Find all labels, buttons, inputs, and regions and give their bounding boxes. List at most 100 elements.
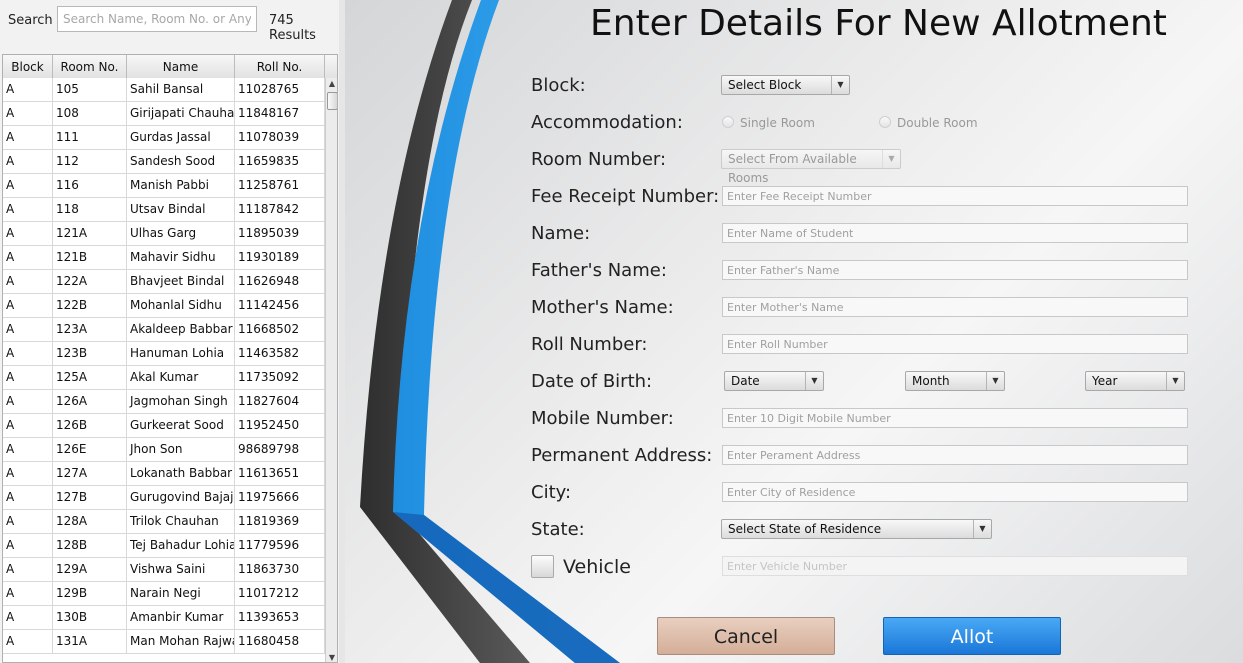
roll-number-input[interactable]: Enter Roll Number xyxy=(722,334,1188,354)
cell-roll-no: 98689798 xyxy=(235,438,325,461)
cell-roll-no: 11975666 xyxy=(235,486,325,509)
column-header-roll-no[interactable]: Roll No. xyxy=(235,55,325,78)
address-input[interactable]: Enter Perament Address xyxy=(722,445,1188,465)
cell-roll-no: 11028765 xyxy=(235,78,325,101)
table-row[interactable]: A 127B Gurugovind Bajaj 11975666 xyxy=(3,486,325,510)
table-row[interactable]: A 122A Bhavjeet Bindal 11626948 xyxy=(3,270,325,294)
cell-block: A xyxy=(3,582,53,605)
block-select[interactable]: Select Block ▼ xyxy=(721,75,850,95)
cell-name: Sandesh Sood xyxy=(127,150,235,173)
mobile-input[interactable]: Enter 10 Digit Mobile Number xyxy=(722,408,1188,428)
column-header-room-no[interactable]: Room No. xyxy=(53,55,127,78)
cell-name: Jhon Son xyxy=(127,438,235,461)
dob-date-select[interactable]: Date ▼ xyxy=(724,371,824,391)
cell-roll-no: 11668502 xyxy=(235,318,325,341)
single-room-radio[interactable] xyxy=(722,116,734,128)
table-row[interactable]: A 105 Sahil Bansal 11028765 xyxy=(3,78,325,102)
table-row[interactable]: A 123A Akaldeep Babbar 11668502 xyxy=(3,318,325,342)
dob-month-value: Month xyxy=(912,374,950,388)
cell-name: Manish Pabbi xyxy=(127,174,235,197)
cell-block: A xyxy=(3,486,53,509)
dob-month-select[interactable]: Month ▼ xyxy=(905,371,1005,391)
city-input[interactable]: Enter City of Residence xyxy=(722,482,1188,502)
cell-roll-no: 11895039 xyxy=(235,222,325,245)
dob-year-value: Year xyxy=(1092,374,1118,388)
column-header-name[interactable]: Name xyxy=(127,55,235,78)
cell-room-no: 128B xyxy=(53,534,127,557)
cell-name: Tej Bahadur Lohia xyxy=(127,534,235,557)
state-select[interactable]: Select State of Residence ▼ xyxy=(721,519,992,539)
table-row[interactable]: A 125A Akal Kumar 11735092 xyxy=(3,366,325,390)
cell-room-no: 122A xyxy=(53,270,127,293)
table-row[interactable]: A 126A Jagmohan Singh 11827604 xyxy=(3,390,325,414)
table-header: Block Room No. Name Roll No. xyxy=(3,55,337,79)
table-scrollbar[interactable]: ▲ ▼ xyxy=(325,78,337,662)
double-room-radio[interactable] xyxy=(879,116,891,128)
cell-block: A xyxy=(3,558,53,581)
student-list-panel: Search 745 Results Block Room No. Name R… xyxy=(0,0,340,663)
cell-roll-no: 11017212 xyxy=(235,582,325,605)
father-name-input[interactable]: Enter Father's Name xyxy=(722,260,1188,280)
table-body: A 105 Sahil Bansal 11028765 A 108 Girijapati C… xyxy=(3,78,325,654)
dob-year-select[interactable]: Year ▼ xyxy=(1085,371,1185,391)
cell-block: A xyxy=(3,102,53,125)
cell-room-no: 123A xyxy=(53,318,127,341)
table-row[interactable]: A 116 Manish Pabbi 11258761 xyxy=(3,174,325,198)
table-row[interactable]: A 129B Narain Negi 11017212 xyxy=(3,582,325,606)
cell-roll-no: 11680458 xyxy=(235,630,325,653)
table-row[interactable]: A 126B Gurkeerat Sood 11952450 xyxy=(3,414,325,438)
table-row[interactable]: A 108 Girijapati Chauhan 11848167 xyxy=(3,102,325,126)
vehicle-label: Vehicle xyxy=(563,556,631,578)
cell-roll-no: 11078039 xyxy=(235,126,325,149)
table-row[interactable]: A 121A Ulhas Garg 11895039 xyxy=(3,222,325,246)
table-row[interactable]: A 131A Man Mohan Rajwal 11680458 xyxy=(3,630,325,654)
mother-name-label: Mother's Name: xyxy=(531,297,674,318)
cell-name: Sahil Bansal xyxy=(127,78,235,101)
cell-roll-no: 11819369 xyxy=(235,510,325,533)
scroll-up-icon[interactable]: ▲ xyxy=(326,78,337,90)
cell-name: Narain Negi xyxy=(127,582,235,605)
cell-name: Bhavjeet Bindal xyxy=(127,270,235,293)
table-row[interactable]: A 123B Hanuman Lohia 11463582 xyxy=(3,342,325,366)
cell-room-no: 128A xyxy=(53,510,127,533)
table-row[interactable]: A 126E Jhon Son 98689798 xyxy=(3,438,325,462)
cancel-button[interactable]: Cancel xyxy=(657,617,835,655)
cell-room-no: 125A xyxy=(53,366,127,389)
cell-roll-no: 11393653 xyxy=(235,606,325,629)
cell-roll-no: 11848167 xyxy=(235,102,325,125)
table-row[interactable]: A 128A Trilok Chauhan 11819369 xyxy=(3,510,325,534)
table-row[interactable]: A 111 Gurdas Jassal 11078039 xyxy=(3,126,325,150)
table-row[interactable]: A 128B Tej Bahadur Lohia 11779596 xyxy=(3,534,325,558)
scroll-down-icon[interactable]: ▼ xyxy=(326,652,337,662)
cell-roll-no: 11142456 xyxy=(235,294,325,317)
cell-room-no: 131A xyxy=(53,630,127,653)
vehicle-checkbox[interactable] xyxy=(531,555,554,578)
table-row[interactable]: A 122B Mohanlal Sidhu 11142456 xyxy=(3,294,325,318)
table-row[interactable]: A 121B Mahavir Sidhu 11930189 xyxy=(3,246,325,270)
name-input[interactable]: Enter Name of Student xyxy=(722,223,1188,243)
cell-block: A xyxy=(3,342,53,365)
scroll-thumb[interactable] xyxy=(327,92,337,110)
column-header-block[interactable]: Block xyxy=(3,55,53,78)
vehicle-input[interactable]: Enter Vehicle Number xyxy=(722,556,1188,576)
table-row[interactable]: A 130B Amanbir Kumar 11393653 xyxy=(3,606,325,630)
double-room-label: Double Room xyxy=(897,116,978,130)
allot-button[interactable]: Allot xyxy=(883,617,1061,655)
table-row[interactable]: A 112 Sandesh Sood 11659835 xyxy=(3,150,325,174)
chevron-down-icon: ▼ xyxy=(986,372,1004,390)
cell-block: A xyxy=(3,174,53,197)
cell-room-no: 123B xyxy=(53,342,127,365)
room-number-select[interactable]: Select From Available Rooms ▼ xyxy=(721,149,901,185)
search-input[interactable] xyxy=(57,6,257,32)
table-row[interactable]: A 129A Vishwa Saini 11863730 xyxy=(3,558,325,582)
cell-roll-no: 11779596 xyxy=(235,534,325,557)
dob-label: Date of Birth: xyxy=(531,371,653,392)
fee-receipt-input[interactable]: Enter Fee Receipt Number xyxy=(722,186,1188,206)
cell-room-no: 111 xyxy=(53,126,127,149)
mother-name-input[interactable]: Enter Mother's Name xyxy=(722,297,1188,317)
table-row[interactable]: A 127A Lokanath Babbar 11613651 xyxy=(3,462,325,486)
chevron-down-icon: ▼ xyxy=(882,150,900,168)
cell-roll-no: 11613651 xyxy=(235,462,325,485)
table-row[interactable]: A 118 Utsav Bindal 11187842 xyxy=(3,198,325,222)
cell-block: A xyxy=(3,390,53,413)
